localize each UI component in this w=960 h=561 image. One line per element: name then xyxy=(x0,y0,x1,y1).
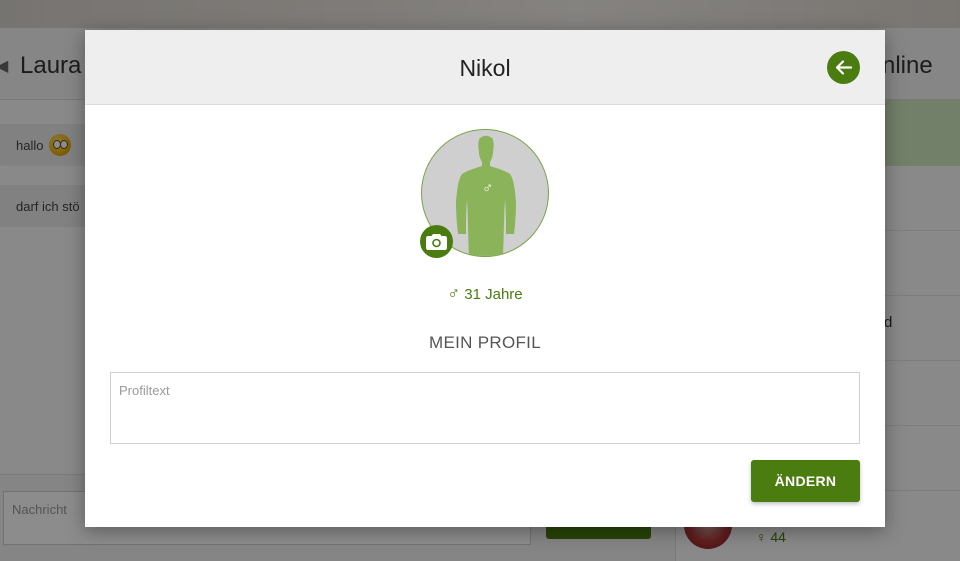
profile-age: ♂ 31 Jahre xyxy=(85,284,885,304)
age-text: 31 Jahre xyxy=(464,286,523,303)
profile-text-input[interactable] xyxy=(110,372,860,444)
modal-title: Nikol xyxy=(459,55,511,81)
arrow-left-icon xyxy=(835,60,853,75)
modal-header: Nikol xyxy=(85,30,885,105)
change-button[interactable]: ÄNDERN xyxy=(751,460,860,502)
profile-modal: Nikol ♂ ♂ 31 Jahre MEIN PROFIL ÄNDERN xyxy=(85,30,885,527)
change-photo-button[interactable] xyxy=(420,225,453,258)
male-gender-icon: ♂ xyxy=(447,284,461,303)
male-symbol-icon: ♂ xyxy=(482,180,494,197)
camera-icon xyxy=(426,234,447,250)
section-title: MEIN PROFIL xyxy=(429,333,541,352)
back-button[interactable] xyxy=(827,51,860,84)
